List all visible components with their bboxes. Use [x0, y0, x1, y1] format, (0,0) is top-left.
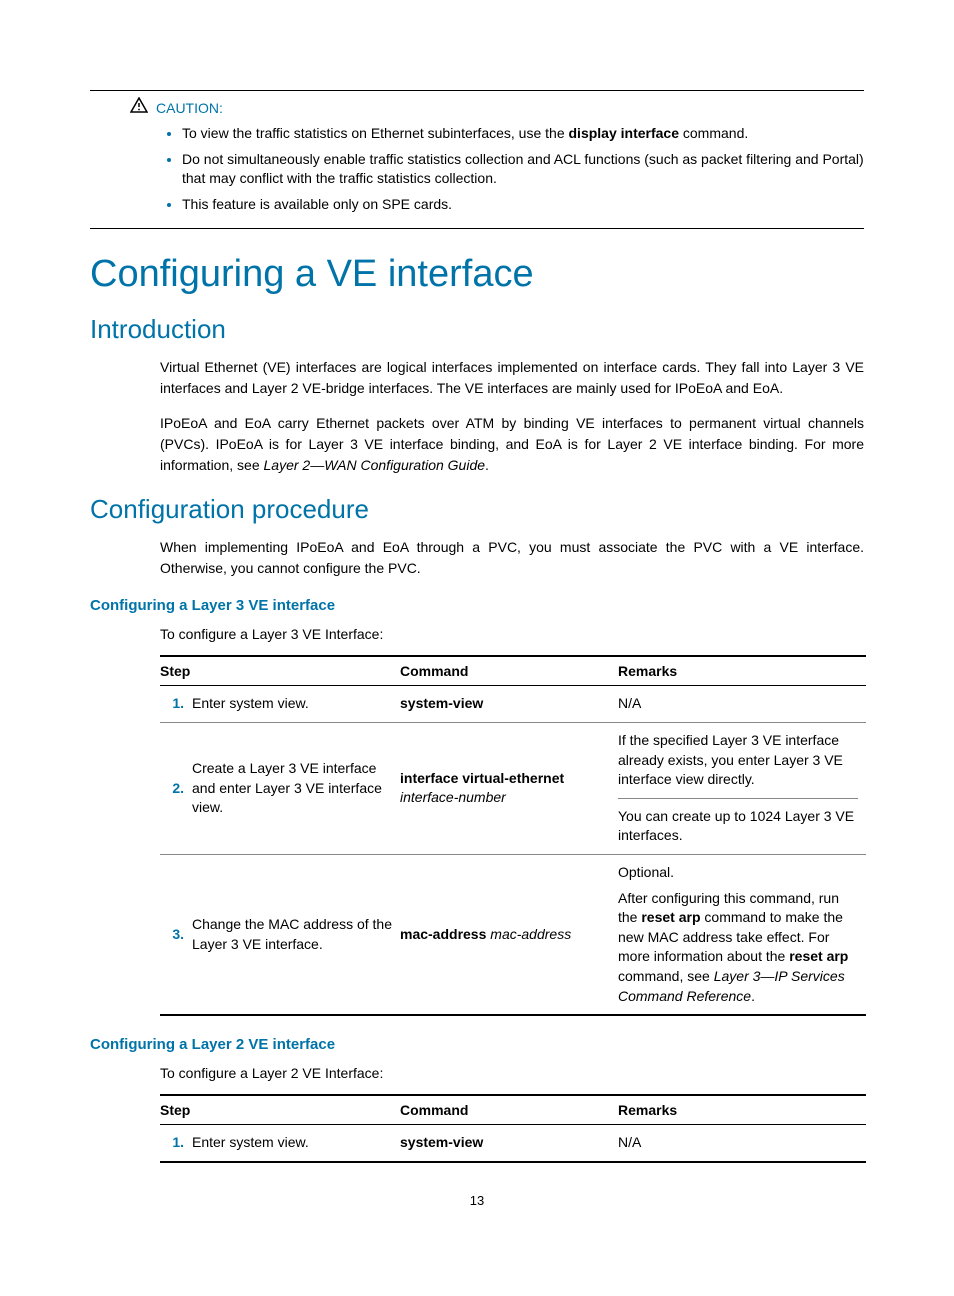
caution-block: CAUTION: To view the traffic statistics … — [90, 90, 864, 229]
command-bold: mac-address — [400, 926, 486, 942]
l3-config-table: Step Command Remarks 1. Enter system vie… — [160, 655, 866, 1016]
command-cell: system-view — [400, 1125, 618, 1162]
caution-item-text: command. — [679, 125, 748, 141]
th-command: Command — [400, 656, 618, 686]
remarks-body: After configuring this command, run the … — [618, 889, 858, 1007]
page-container: CAUTION: To view the traffic statistics … — [0, 0, 954, 1248]
l2-intro-text: To configure a Layer 2 VE Interface: — [160, 1063, 864, 1084]
th-remarks: Remarks — [618, 1095, 866, 1125]
table-row: 1. Enter system view. system-view N/A — [160, 686, 866, 723]
caution-item: This feature is available only on SPE ca… — [182, 195, 864, 215]
command-bold: interface virtual-ethernet — [400, 770, 564, 786]
table-header-row: Step Command Remarks — [160, 1095, 866, 1125]
l3-intro-text: To configure a Layer 3 VE Interface: — [160, 624, 864, 645]
remarks-optional: Optional. — [618, 863, 858, 883]
th-step: Step — [160, 1095, 400, 1125]
command-italic: interface-number — [400, 789, 506, 805]
caution-item: Do not simultaneously enable traffic sta… — [182, 150, 864, 189]
step-number: 2. — [160, 722, 192, 854]
remarks-bold: reset arp — [641, 909, 700, 925]
remarks-cell: N/A — [618, 1125, 866, 1162]
caution-item-text: Do not simultaneously enable traffic sta… — [182, 151, 864, 187]
remarks-text: command, see — [618, 968, 714, 984]
intro-paragraph-2: IPoEoA and EoA carry Ethernet packets ov… — [160, 413, 864, 476]
page-title-h1: Configuring a VE interface — [90, 253, 864, 296]
command-cell: interface virtual-ethernet interface-num… — [400, 722, 618, 854]
l2-config-table: Step Command Remarks 1. Enter system vie… — [160, 1094, 866, 1163]
intro-paragraph-1: Virtual Ethernet (VE) interfaces are log… — [160, 357, 864, 399]
remarks-bold: reset arp — [789, 948, 848, 964]
step-description: Enter system view. — [192, 686, 400, 723]
caution-label: CAUTION: — [156, 100, 223, 116]
command-cell: mac-address mac-address — [400, 854, 618, 1015]
caution-list: To view the traffic statistics on Ethern… — [162, 124, 864, 214]
remarks-cell: N/A — [618, 686, 866, 723]
table-row: 2. Create a Layer 3 VE interface and ent… — [160, 722, 866, 854]
th-command: Command — [400, 1095, 618, 1125]
section-heading-introduction: Introduction — [90, 314, 864, 345]
th-remarks: Remarks — [618, 656, 866, 686]
remarks-cell: Optional. After configuring this command… — [618, 854, 866, 1015]
command-bold: system-view — [400, 1134, 483, 1150]
table-header-row: Step Command Remarks — [160, 656, 866, 686]
caution-header: CAUTION: — [90, 97, 864, 118]
step-number: 1. — [160, 686, 192, 723]
section-heading-config-procedure: Configuration procedure — [90, 494, 864, 525]
th-step: Step — [160, 656, 400, 686]
remarks-top: If the specified Layer 3 VE interface al… — [618, 731, 858, 799]
command-bold: system-view — [400, 695, 483, 711]
page-number: 13 — [90, 1193, 864, 1208]
remarks-text: . — [751, 988, 755, 1004]
table-row: 1. Enter system view. system-view N/A — [160, 1125, 866, 1162]
caution-item-text: This feature is available only on SPE ca… — [182, 196, 452, 212]
remarks-cell: If the specified Layer 3 VE interface al… — [618, 722, 866, 854]
subsection-heading-l2: Configuring a Layer 2 VE interface — [90, 1036, 864, 1053]
caution-item: To view the traffic statistics on Ethern… — [182, 124, 864, 144]
intro-p2-text: . — [485, 457, 489, 473]
step-description: Enter system view. — [192, 1125, 400, 1162]
table-row: 3. Change the MAC address of the Layer 3… — [160, 854, 866, 1015]
step-description: Create a Layer 3 VE interface and enter … — [192, 722, 400, 854]
config-proc-paragraph: When implementing IPoEoA and EoA through… — [160, 537, 864, 579]
caution-item-text: To view the traffic statistics on Ethern… — [182, 125, 569, 141]
subsection-heading-l3: Configuring a Layer 3 VE interface — [90, 597, 864, 614]
caution-item-bold: display interface — [569, 125, 680, 141]
step-description: Change the MAC address of the Layer 3 VE… — [192, 854, 400, 1015]
command-cell: system-view — [400, 686, 618, 723]
remarks-bottom: You can create up to 1024 Layer 3 VE int… — [618, 807, 858, 846]
step-number: 1. — [160, 1125, 192, 1162]
step-number: 3. — [160, 854, 192, 1015]
warning-triangle-icon — [130, 97, 148, 118]
intro-p2-italic: Layer 2—WAN Configuration Guide — [264, 457, 486, 473]
command-italic: mac-address — [490, 926, 571, 942]
